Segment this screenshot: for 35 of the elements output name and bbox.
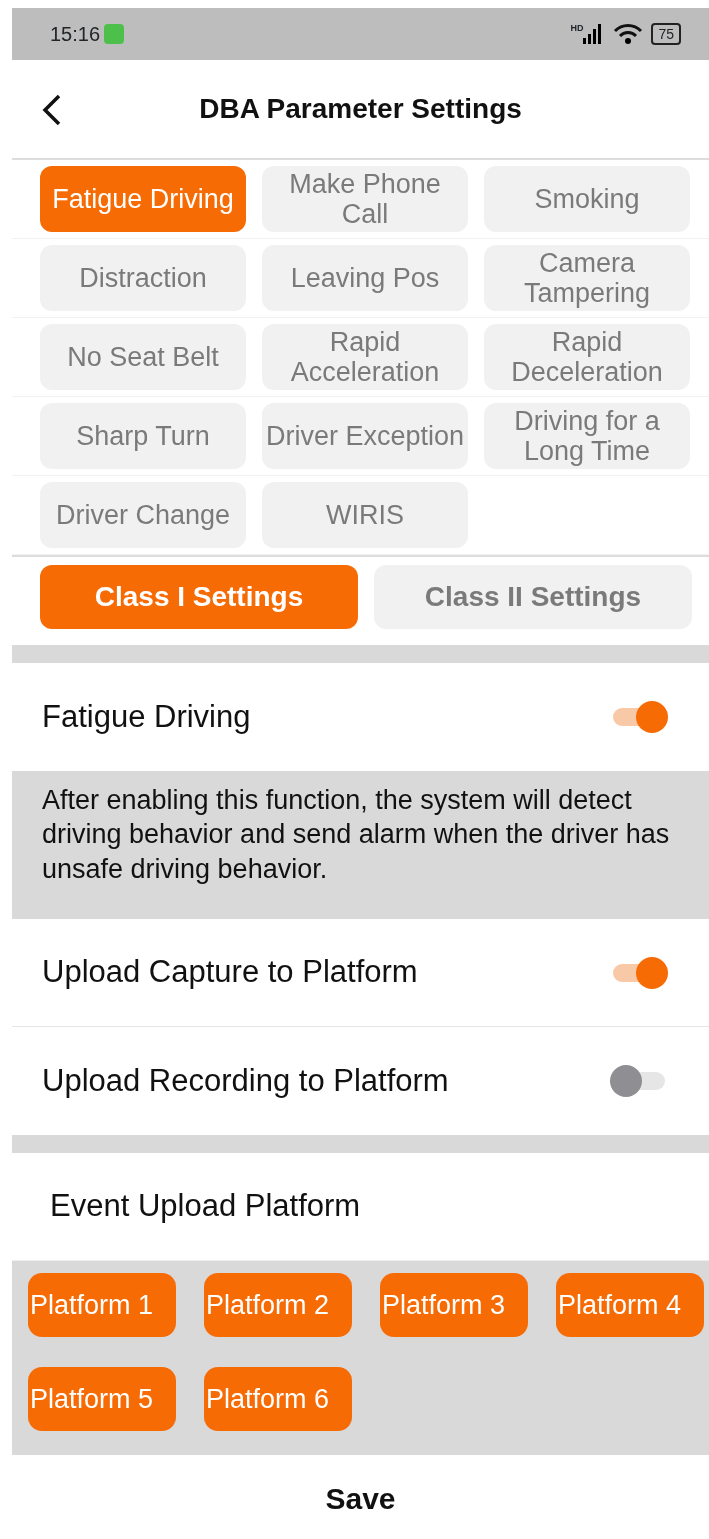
event-type-button[interactable]: Camera Tampering xyxy=(484,245,690,311)
platform-button[interactable]: Platform 2 xyxy=(204,1273,352,1337)
platform-button[interactable]: Platform 6 xyxy=(204,1367,352,1431)
platform-button[interactable]: Platform 3 xyxy=(380,1273,528,1337)
platform-button[interactable]: Platform 1 xyxy=(28,1273,176,1337)
event-type-button[interactable]: Distraction xyxy=(40,245,246,311)
event-type-button[interactable]: Rapid Deceleration xyxy=(484,324,690,390)
event-type-button[interactable]: Leaving Pos xyxy=(262,245,468,311)
section-title: Event Upload Platform xyxy=(49,1187,361,1226)
battery-icon: 75 xyxy=(651,23,681,45)
app-icon xyxy=(104,24,125,44)
status-time: 15:16 xyxy=(50,22,101,47)
event-type-button[interactable]: Driving for a Long Time xyxy=(484,403,690,469)
platform-button[interactable]: Platform 5 xyxy=(28,1367,176,1431)
platform-button[interactable]: Platform 4 xyxy=(556,1273,704,1337)
setting-label: Upload Recording to Platform xyxy=(42,1061,449,1100)
event-type-button[interactable]: Smoking xyxy=(484,166,690,232)
back-icon[interactable] xyxy=(42,94,62,126)
event-type-button[interactable]: Fatigue Driving xyxy=(40,166,246,232)
settings-tab[interactable]: Class I Settings xyxy=(40,565,358,629)
description-text: After enabling this function, the system will detect driving behavior and send alarm when the driver has unsafe driving behavior. xyxy=(12,771,709,919)
event-type-button[interactable]: Sharp Turn xyxy=(40,403,246,469)
event-type-button[interactable]: Rapid Acceleration xyxy=(262,324,468,390)
event-type-button[interactable]: Driver Exception xyxy=(262,403,468,469)
event-type-button[interactable]: Driver Change xyxy=(40,482,246,548)
setting-label: Upload Capture to Platform xyxy=(42,953,418,992)
event-type-button[interactable]: WIRIS xyxy=(262,482,468,548)
event-type-button[interactable]: No Seat Belt xyxy=(40,324,246,390)
page-title: DBA Parameter Settings xyxy=(199,92,522,126)
network-label: HD xyxy=(570,24,584,33)
setting-label: Fatigue Driving xyxy=(42,697,251,736)
event-type-button[interactable]: Make Phone Call xyxy=(262,166,468,232)
wifi-icon xyxy=(613,23,644,45)
settings-tab[interactable]: Class II Settings xyxy=(374,565,692,629)
save-button[interactable]: Save xyxy=(319,1475,402,1522)
